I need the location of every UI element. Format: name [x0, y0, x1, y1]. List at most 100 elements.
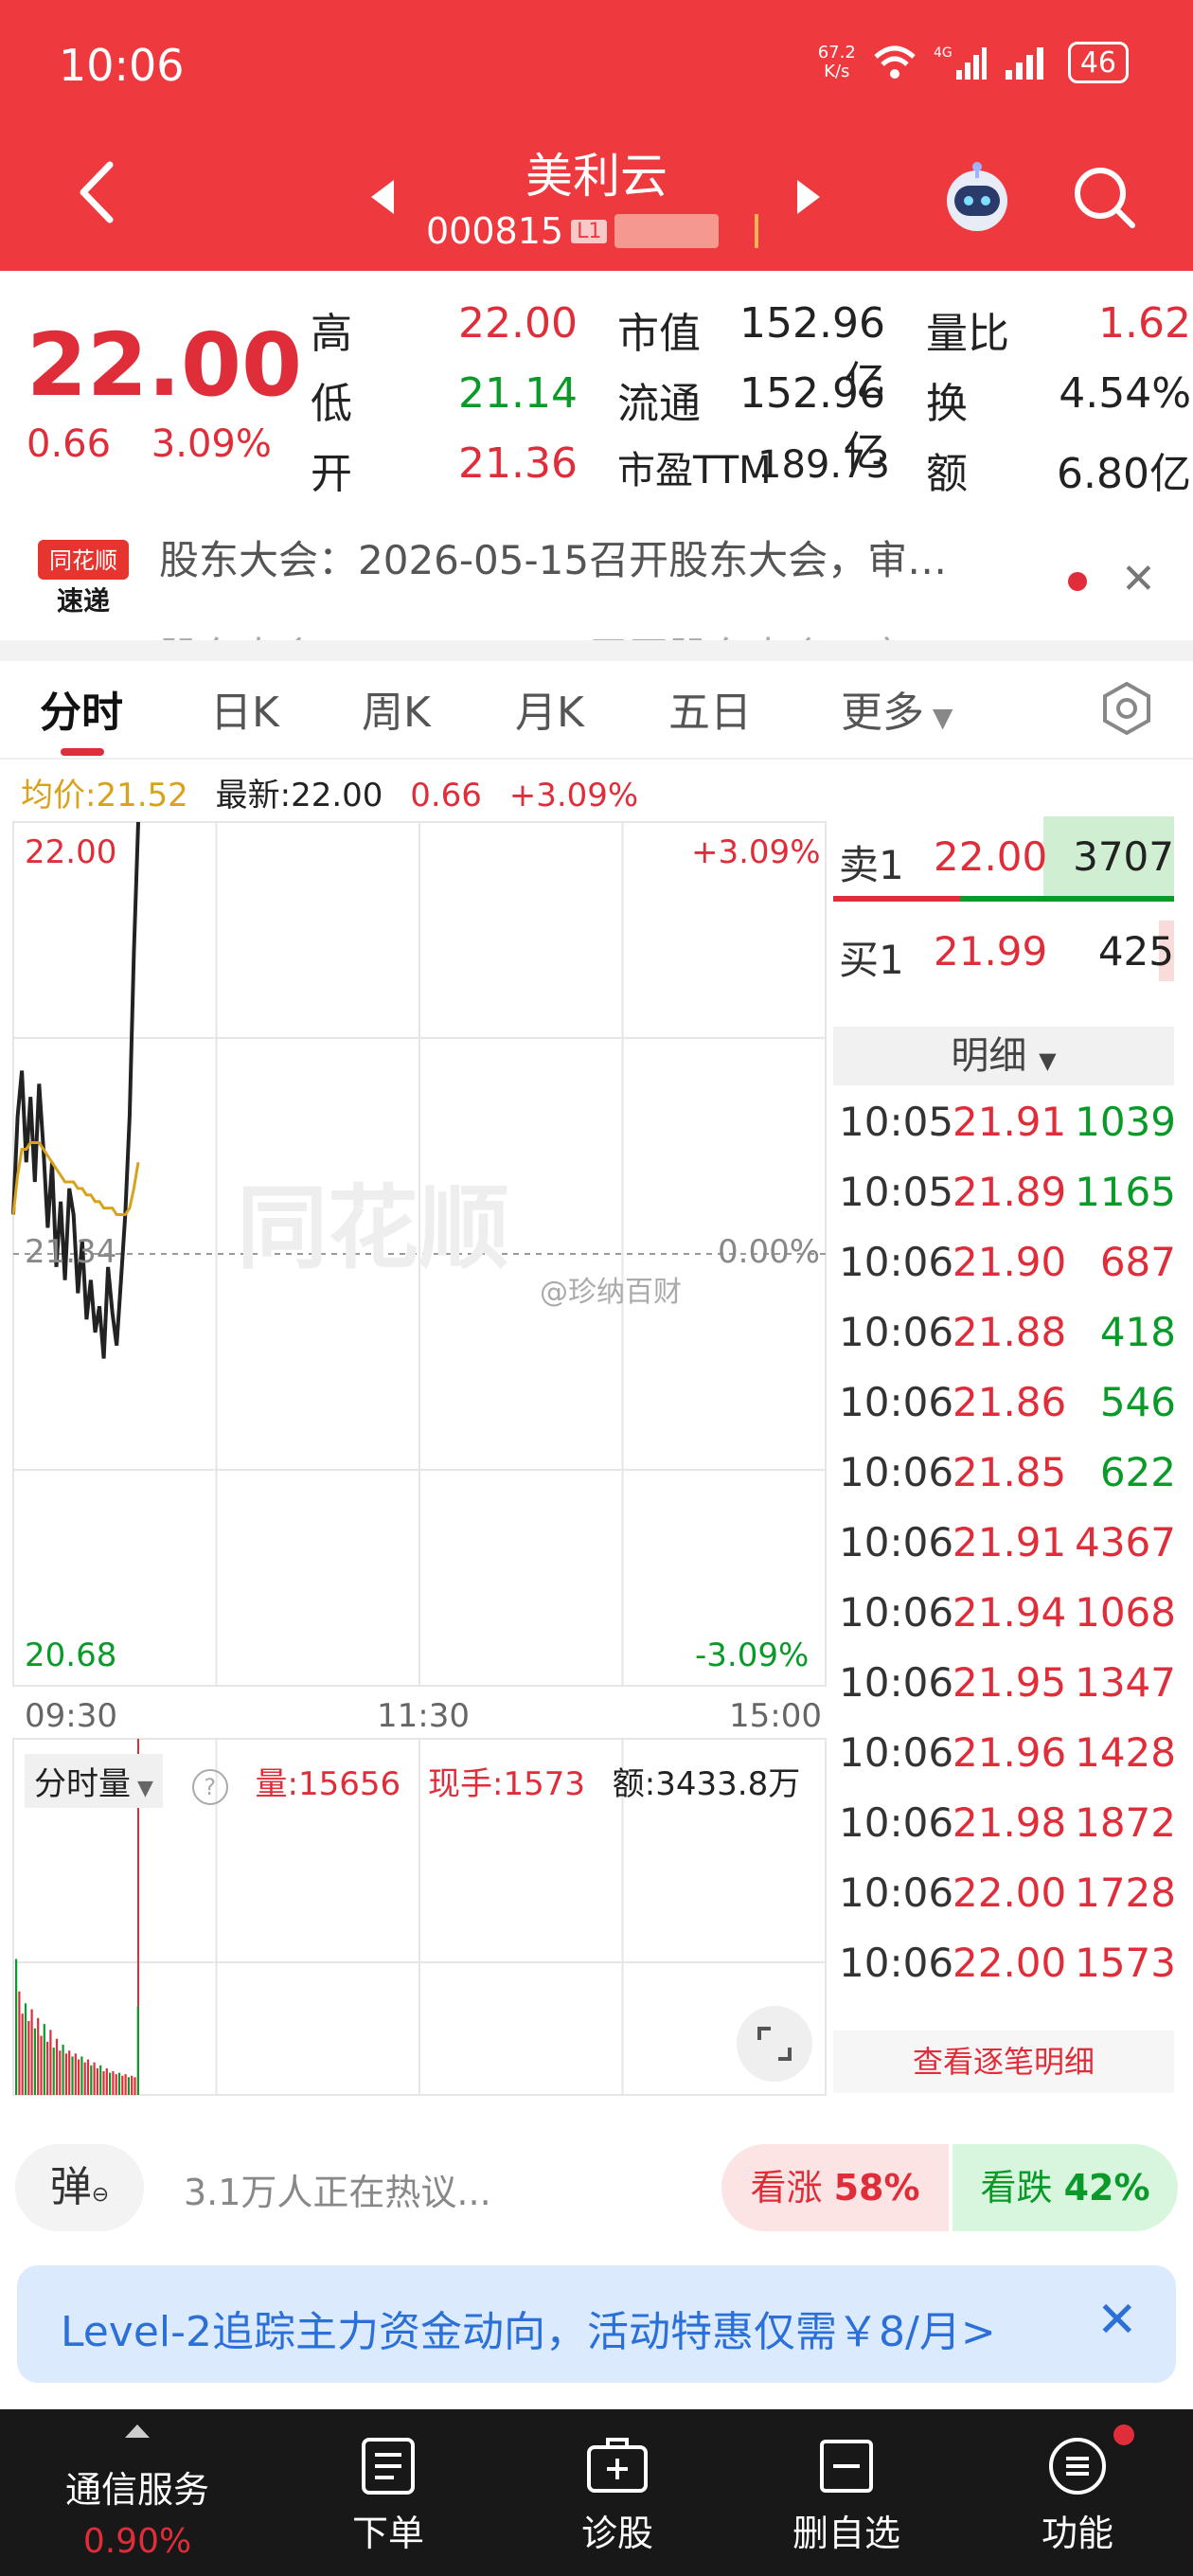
tab-intraday[interactable]: 分时 — [40, 678, 123, 739]
net-speed: 67.2 K/s — [818, 44, 856, 81]
tick-volume: 622 — [1099, 1449, 1176, 1495]
tick-row: 10:06 21.96 1428 — [839, 1729, 1176, 1786]
news-logo-icon: 同花顺 速递 — [38, 540, 129, 617]
bid-row-1[interactable]: 买1 21.99 425 — [833, 921, 1174, 1011]
quote-panel: 22.00 0.66 3.09% 高 22.00 低 21.14 开 21.36… — [0, 271, 1193, 527]
tick-row: 10:06 21.88 418 — [839, 1309, 1176, 1366]
news-close-button[interactable]: ✕ — [1121, 555, 1156, 603]
tick-row: 10:05 21.91 1039 — [839, 1099, 1176, 1155]
promo-close-button[interactable]: ✕ — [1096, 2292, 1138, 2349]
discussion-count[interactable]: 3.1万人正在热议... — [184, 2163, 491, 2215]
vote-bull-button[interactable]: 看涨 58% — [721, 2144, 949, 2231]
next-stock-button[interactable] — [795, 178, 824, 216]
chart-credit: @珍纳百财 — [540, 1276, 682, 1309]
volume-bar — [74, 2053, 77, 2095]
tag-divider — [755, 214, 759, 248]
tick-price: 21.90 — [953, 1239, 1067, 1285]
view-ticks-button[interactable]: 查看逐笔明细 — [833, 2030, 1174, 2093]
danmu-label: 弹 — [49, 2163, 92, 2211]
tick-volume: 1872 — [1075, 1799, 1176, 1846]
promo-banner[interactable]: Level-2追踪主力资金动向，活动特惠仅需￥8/月> ✕ — [17, 2265, 1176, 2383]
tick-volume: 1573 — [1075, 1940, 1176, 1986]
menu-circle-icon — [1049, 2438, 1106, 2495]
tick-volume: 546 — [1099, 1379, 1176, 1425]
help-icon[interactable]: ? — [191, 1769, 228, 1805]
y-right-tick-mid: 0.00% — [718, 1233, 821, 1271]
pe-value: 189.73 — [757, 443, 890, 487]
sector-ticker[interactable]: 通信服务 0.90% — [38, 2417, 237, 2561]
avg-price-label: 均价:21.52 — [21, 777, 188, 814]
bid1-volume: 425 — [1097, 928, 1174, 975]
news-ticker[interactable]: 同花顺 速递 股东大会：2026-05-15召开股东大会，审… 股东大会：202… — [0, 527, 1193, 640]
detail-dropdown[interactable]: 明细 ▼ — [833, 1027, 1174, 1085]
turnover-label: 换 — [926, 380, 968, 428]
tick-time: 10:05 — [839, 1169, 954, 1215]
chart-tabs: 分时 日K 周K 月K 五日 更多 ▼ — [0, 661, 1193, 760]
toggle-off-icon: ⊖ — [91, 2183, 110, 2207]
nav-diagnose-label: 诊股 — [580, 2513, 653, 2554]
volume-amount: 额:3433.8万 — [612, 1765, 801, 1803]
nav-functions-label: 功能 — [1041, 2513, 1113, 2554]
bid1-price: 21.99 — [934, 928, 1048, 975]
ask1-label: 卖1 — [839, 842, 904, 888]
tab-monthly-k[interactable]: 月K — [515, 678, 584, 739]
battery-icon: 46 — [1067, 42, 1129, 83]
tick-row: 10:06 21.86 546 — [839, 1379, 1176, 1436]
intraday-chart[interactable]: 同花顺 @珍纳百财 — [0, 814, 833, 2099]
volume-bar — [112, 2071, 115, 2095]
vote-bear-button[interactable]: 看跌 42% — [953, 2144, 1178, 2231]
settings-hexagon-icon[interactable] — [1098, 680, 1155, 737]
x-tick-open: 09:30 — [25, 1697, 117, 1735]
ask1-price: 22.00 — [934, 833, 1048, 880]
tick-time: 10:06 — [839, 1729, 954, 1776]
nav-diagnose[interactable]: 诊股 — [532, 2436, 703, 2556]
tab-five-day[interactable]: 五日 — [668, 678, 752, 739]
stock-code-row: 000815 L1 — [426, 210, 759, 252]
blurred-tag — [614, 214, 720, 248]
robot-assistant-icon[interactable] — [937, 157, 1017, 237]
volume-bar — [33, 2028, 36, 2095]
volume-dropdown[interactable]: 分时量 ▼ — [25, 1754, 163, 1808]
tab-more[interactable]: 更多 ▼ — [841, 678, 953, 739]
promo-text[interactable]: Level-2追踪主力资金动向，活动特惠仅需￥8/月> — [61, 2298, 996, 2358]
net-speed-unit: K/s — [824, 62, 850, 81]
tab-more-label: 更多 — [841, 689, 924, 737]
volume-bar — [121, 2075, 124, 2095]
ask-row-1[interactable]: 卖1 22.00 3707 — [833, 816, 1174, 907]
tab-daily-k[interactable]: 日K — [210, 678, 279, 739]
tick-time: 10:06 — [839, 1449, 954, 1495]
tick-price: 22.00 — [953, 1940, 1067, 1986]
sector-change: 0.90% — [82, 2522, 192, 2561]
danmu-toggle-button[interactable]: 弹⊖ — [15, 2144, 144, 2231]
ask-red-bar — [833, 896, 960, 902]
volume-bar — [96, 2067, 98, 2095]
nav-order[interactable]: 下单 — [303, 2436, 473, 2556]
volume-bar — [59, 2050, 62, 2095]
volume-bar — [80, 2056, 83, 2095]
nav-functions[interactable]: 功能 — [992, 2436, 1163, 2556]
detail-label: 明细 — [951, 1034, 1027, 1078]
tab-weekly-k[interactable]: 周K — [362, 678, 431, 739]
tick-volume: 1347 — [1075, 1659, 1176, 1706]
diagnose-icon — [587, 2438, 648, 2493]
y-right-tick-top: +3.09% — [691, 833, 821, 871]
search-icon[interactable] — [1070, 163, 1138, 231]
news-logo-line1: 同花顺 — [49, 547, 117, 574]
header: 10:06 67.2 K/s 4G 46 美利云 000815 L1 — [0, 0, 1193, 271]
status-bar: 10:06 67.2 K/s 4G 46 — [0, 0, 1193, 133]
tick-volume: 1068 — [1075, 1589, 1176, 1636]
open-label: 开 — [311, 450, 352, 498]
expand-fullscreen-icon[interactable] — [737, 2006, 812, 2082]
tick-time: 10:05 — [839, 1099, 954, 1145]
tick-time: 10:06 — [839, 1659, 954, 1706]
amount-value: 6.80亿 — [1057, 450, 1191, 498]
volume-bar — [52, 2048, 55, 2095]
mktcap-label: 市值 — [617, 310, 701, 358]
bear-label: 看跌 — [980, 2167, 1053, 2209]
volume-bar — [117, 2072, 121, 2095]
volume-bar — [64, 2053, 67, 2095]
volume-bar — [78, 2059, 80, 2095]
news-headline[interactable]: 股东大会：2026-05-15召开股东大会，审… — [159, 528, 947, 586]
nav-remove-watchlist[interactable]: 删自选 — [761, 2436, 932, 2556]
tick-volume: 687 — [1099, 1239, 1176, 1285]
